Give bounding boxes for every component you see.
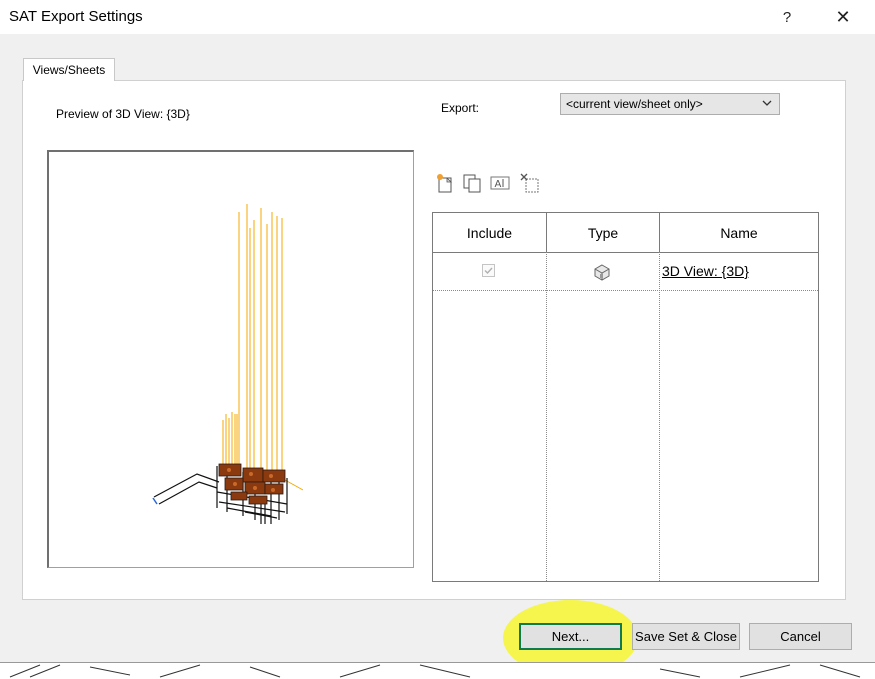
column-header-type[interactable]: Type [547, 213, 659, 252]
checkmark-icon [484, 267, 493, 275]
column-header-name[interactable]: Name [660, 213, 818, 252]
rename-set-icon[interactable]: A [489, 172, 511, 194]
views-table: Include Type Name 3D View: {3D} [432, 212, 819, 582]
export-dropdown-value: <current view/sheet only> [566, 97, 703, 111]
table-header: Include Type Name [433, 213, 818, 253]
model-preview-image [152, 204, 304, 524]
export-label: Export: [441, 101, 480, 115]
close-button[interactable]: ✕ [820, 0, 866, 34]
table-row[interactable]: 3D View: {3D} [433, 253, 818, 291]
include-checkbox[interactable] [482, 264, 495, 277]
svg-text:A: A [495, 179, 502, 190]
tab-views-sheets[interactable]: Views/Sheets [23, 58, 115, 81]
save-set-close-button[interactable]: Save Set & Close [632, 623, 740, 650]
help-button[interactable]: ? [764, 0, 810, 34]
preview-3d-viewport [47, 150, 414, 568]
chevron-down-icon [762, 100, 772, 106]
column-header-include[interactable]: Include [433, 213, 546, 252]
3d-view-icon [594, 264, 610, 281]
export-dropdown[interactable]: <current view/sheet only> [560, 93, 780, 115]
delete-set-icon[interactable] [519, 172, 541, 194]
new-set-icon[interactable] [434, 172, 456, 194]
cancel-button[interactable]: Cancel [749, 623, 852, 650]
column-divider [546, 252, 547, 581]
duplicate-set-icon[interactable] [461, 172, 483, 194]
next-button[interactable]: Next... [519, 623, 622, 650]
window-title: SAT Export Settings [9, 8, 143, 25]
column-divider [659, 252, 660, 581]
view-name-link[interactable]: 3D View: {3D} [662, 263, 749, 279]
preview-label: Preview of 3D View: {3D} [56, 107, 190, 121]
background-window-strip [0, 662, 875, 679]
title-bar: SAT Export Settings ? ✕ [0, 0, 875, 34]
background-drawing [9, 664, 861, 678]
